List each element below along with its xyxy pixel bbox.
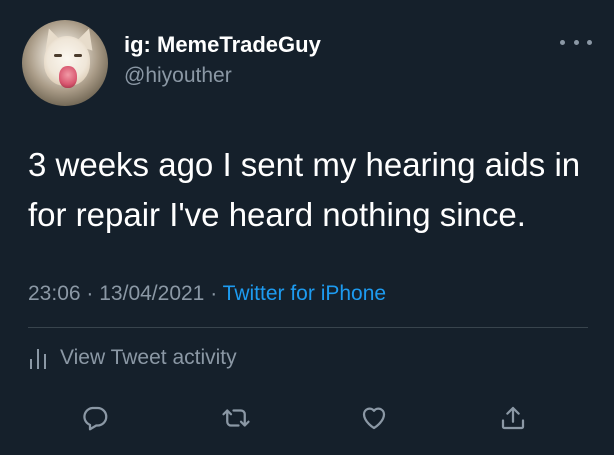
reply-button[interactable] bbox=[75, 398, 115, 438]
meta-separator: · bbox=[86, 282, 94, 305]
meta-separator: · bbox=[210, 282, 218, 305]
user-handle[interactable]: @hiyouther bbox=[124, 64, 232, 88]
more-dot bbox=[560, 39, 565, 45]
avatar-eye-left bbox=[54, 54, 62, 57]
tweet-text: 3 weeks ago I sent my hearing aids in fo… bbox=[28, 146, 581, 233]
heart-icon bbox=[362, 407, 386, 430]
avatar-mouth bbox=[59, 66, 77, 88]
share-button[interactable] bbox=[493, 398, 533, 438]
bar-chart-icon bbox=[30, 349, 46, 369]
tweet-source-link[interactable]: Twitter for iPhone bbox=[223, 282, 386, 305]
share-icon bbox=[501, 406, 525, 430]
view-tweet-activity-label: View Tweet activity bbox=[60, 346, 237, 369]
divider bbox=[28, 327, 588, 328]
like-button[interactable] bbox=[354, 398, 394, 438]
avatar-eye-right bbox=[74, 54, 82, 57]
more-dot bbox=[573, 39, 579, 45]
more-options-icon[interactable] bbox=[560, 34, 592, 50]
more-dot bbox=[587, 39, 592, 45]
tweet-date[interactable]: 13/04/2021 bbox=[99, 282, 204, 305]
retweet-button[interactable] bbox=[216, 398, 256, 438]
tweet-meta: 23:06 · 13/04/2021 · Twitter for iPhone bbox=[28, 282, 386, 306]
retweet-icon bbox=[222, 409, 250, 427]
tweet-time[interactable]: 23:06 bbox=[28, 282, 81, 305]
reply-icon bbox=[83, 406, 108, 431]
tweet-actions-bar bbox=[0, 398, 614, 442]
view-tweet-activity-link[interactable]: View Tweet activity bbox=[28, 346, 237, 370]
avatar[interactable] bbox=[22, 20, 108, 106]
display-name[interactable]: ig: MemeTradeGuy bbox=[124, 32, 321, 58]
tweet-card: ig: MemeTradeGuy @hiyouther 3 weeks ago … bbox=[0, 0, 614, 455]
